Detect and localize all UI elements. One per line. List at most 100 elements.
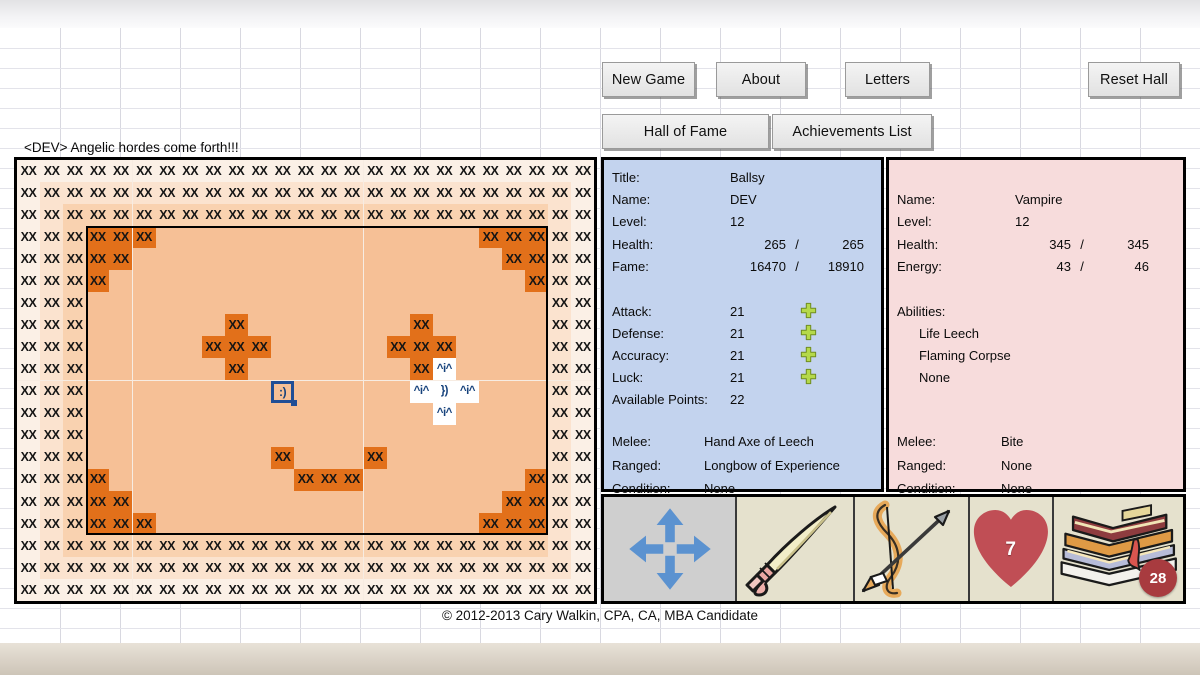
map-floor-cell[interactable] bbox=[409, 248, 433, 271]
map-floor-cell[interactable] bbox=[248, 314, 272, 337]
map-floor-cell[interactable] bbox=[248, 358, 272, 381]
map-floor-cell[interactable] bbox=[386, 292, 410, 315]
increase-luck-button[interactable] bbox=[800, 368, 817, 385]
map-floor-cell[interactable] bbox=[294, 314, 318, 337]
map-floor-cell[interactable] bbox=[271, 512, 295, 535]
map-floor-cell[interactable] bbox=[363, 226, 387, 249]
map-floor-cell[interactable] bbox=[132, 336, 156, 359]
map-floor-cell[interactable] bbox=[201, 248, 225, 271]
move-action-button[interactable] bbox=[604, 497, 738, 601]
map-floor-cell[interactable] bbox=[340, 512, 364, 535]
map-floor-cell[interactable] bbox=[248, 512, 272, 535]
map-floor-cell[interactable] bbox=[248, 270, 272, 293]
map-floor-cell[interactable] bbox=[525, 292, 549, 315]
map-floor-cell[interactable] bbox=[224, 226, 248, 249]
toolbar-button-about[interactable]: About bbox=[716, 62, 806, 97]
map-floor-cell[interactable] bbox=[178, 314, 202, 337]
map-floor-cell[interactable] bbox=[317, 292, 341, 315]
map-floor-cell[interactable] bbox=[294, 380, 318, 403]
map-floor-cell[interactable] bbox=[340, 314, 364, 337]
map-floor-cell[interactable] bbox=[479, 468, 503, 491]
map-floor-cell[interactable] bbox=[155, 490, 179, 513]
map-floor-cell[interactable] bbox=[86, 380, 110, 403]
map-floor-cell[interactable] bbox=[386, 446, 410, 469]
map-floor-cell[interactable] bbox=[155, 380, 179, 403]
map-floor-cell[interactable] bbox=[86, 314, 110, 337]
map-floor-cell[interactable] bbox=[479, 270, 503, 293]
map-floor-cell[interactable] bbox=[271, 248, 295, 271]
map-floor-cell[interactable] bbox=[155, 226, 179, 249]
map-floor-cell[interactable] bbox=[409, 270, 433, 293]
map-floor-cell[interactable] bbox=[502, 380, 526, 403]
map-floor-cell[interactable] bbox=[317, 314, 341, 337]
map-floor-cell[interactable] bbox=[132, 358, 156, 381]
map-floor-cell[interactable] bbox=[178, 270, 202, 293]
map-floor-cell[interactable] bbox=[109, 292, 133, 315]
map-floor-cell[interactable] bbox=[363, 468, 387, 491]
map-floor-cell[interactable] bbox=[455, 270, 479, 293]
increase-defense-button[interactable] bbox=[800, 324, 817, 341]
map-floor-cell[interactable] bbox=[455, 490, 479, 513]
melee-attack-button[interactable] bbox=[737, 497, 856, 601]
map-floor-cell[interactable] bbox=[294, 226, 318, 249]
map-floor-cell[interactable] bbox=[340, 380, 364, 403]
map-floor-cell[interactable] bbox=[224, 468, 248, 491]
map-floor-cell[interactable] bbox=[155, 446, 179, 469]
map-floor-cell[interactable] bbox=[409, 226, 433, 249]
map-floor-cell[interactable] bbox=[455, 226, 479, 249]
map-floor-cell[interactable] bbox=[155, 292, 179, 315]
map-floor-cell[interactable] bbox=[271, 314, 295, 337]
map-floor-cell[interactable] bbox=[525, 424, 549, 447]
map-floor-cell[interactable] bbox=[386, 358, 410, 381]
map-floor-cell[interactable] bbox=[525, 380, 549, 403]
map-floor-cell[interactable] bbox=[455, 468, 479, 491]
map-floor-cell[interactable] bbox=[201, 490, 225, 513]
map-floor-cell[interactable] bbox=[455, 446, 479, 469]
map-floor-cell[interactable] bbox=[363, 336, 387, 359]
map-floor-cell[interactable] bbox=[525, 314, 549, 337]
map-floor-cell[interactable] bbox=[224, 424, 248, 447]
map-floor-cell[interactable] bbox=[248, 402, 272, 425]
map-floor-cell[interactable] bbox=[479, 358, 503, 381]
map-floor-cell[interactable] bbox=[271, 292, 295, 315]
map-floor-cell[interactable] bbox=[155, 402, 179, 425]
map-floor-cell[interactable] bbox=[455, 336, 479, 359]
map-floor-cell[interactable] bbox=[340, 446, 364, 469]
map-floor-cell[interactable] bbox=[455, 358, 479, 381]
map-floor-cell[interactable] bbox=[363, 270, 387, 293]
map-floor-cell[interactable] bbox=[363, 248, 387, 271]
map-floor-cell[interactable] bbox=[201, 512, 225, 535]
map-floor-cell[interactable] bbox=[155, 512, 179, 535]
map-floor-cell[interactable] bbox=[201, 270, 225, 293]
map-floor-cell[interactable] bbox=[317, 424, 341, 447]
map-floor-cell[interactable] bbox=[432, 512, 456, 535]
map-floor-cell[interactable] bbox=[248, 490, 272, 513]
map-floor-cell[interactable] bbox=[132, 402, 156, 425]
inventory-books-button[interactable]: 28 bbox=[1053, 497, 1183, 601]
map-floor-cell[interactable] bbox=[248, 248, 272, 271]
map-floor-cell[interactable] bbox=[132, 248, 156, 271]
map-floor-cell[interactable] bbox=[386, 490, 410, 513]
map-floor-cell[interactable] bbox=[455, 292, 479, 315]
map-floor-cell[interactable] bbox=[201, 358, 225, 381]
map-floor-cell[interactable] bbox=[363, 314, 387, 337]
map-floor-cell[interactable] bbox=[271, 468, 295, 491]
map-floor-cell[interactable] bbox=[201, 380, 225, 403]
map-floor-cell[interactable] bbox=[248, 468, 272, 491]
map-floor-cell[interactable] bbox=[479, 292, 503, 315]
map-floor-cell[interactable] bbox=[340, 248, 364, 271]
map-floor-cell[interactable] bbox=[201, 314, 225, 337]
map-floor-cell[interactable] bbox=[178, 468, 202, 491]
map-floor-cell[interactable] bbox=[455, 402, 479, 425]
map-floor-cell[interactable] bbox=[294, 512, 318, 535]
map-floor-cell[interactable] bbox=[224, 292, 248, 315]
map-monster-angel[interactable]: ^i^ bbox=[409, 380, 433, 403]
map-floor-cell[interactable] bbox=[340, 292, 364, 315]
map-floor-cell[interactable] bbox=[363, 490, 387, 513]
map-floor-cell[interactable] bbox=[86, 424, 110, 447]
map-floor-cell[interactable] bbox=[340, 270, 364, 293]
map-floor-cell[interactable] bbox=[294, 358, 318, 381]
map-selection-handle[interactable] bbox=[291, 399, 298, 406]
map-floor-cell[interactable] bbox=[132, 424, 156, 447]
map-floor-cell[interactable] bbox=[317, 248, 341, 271]
